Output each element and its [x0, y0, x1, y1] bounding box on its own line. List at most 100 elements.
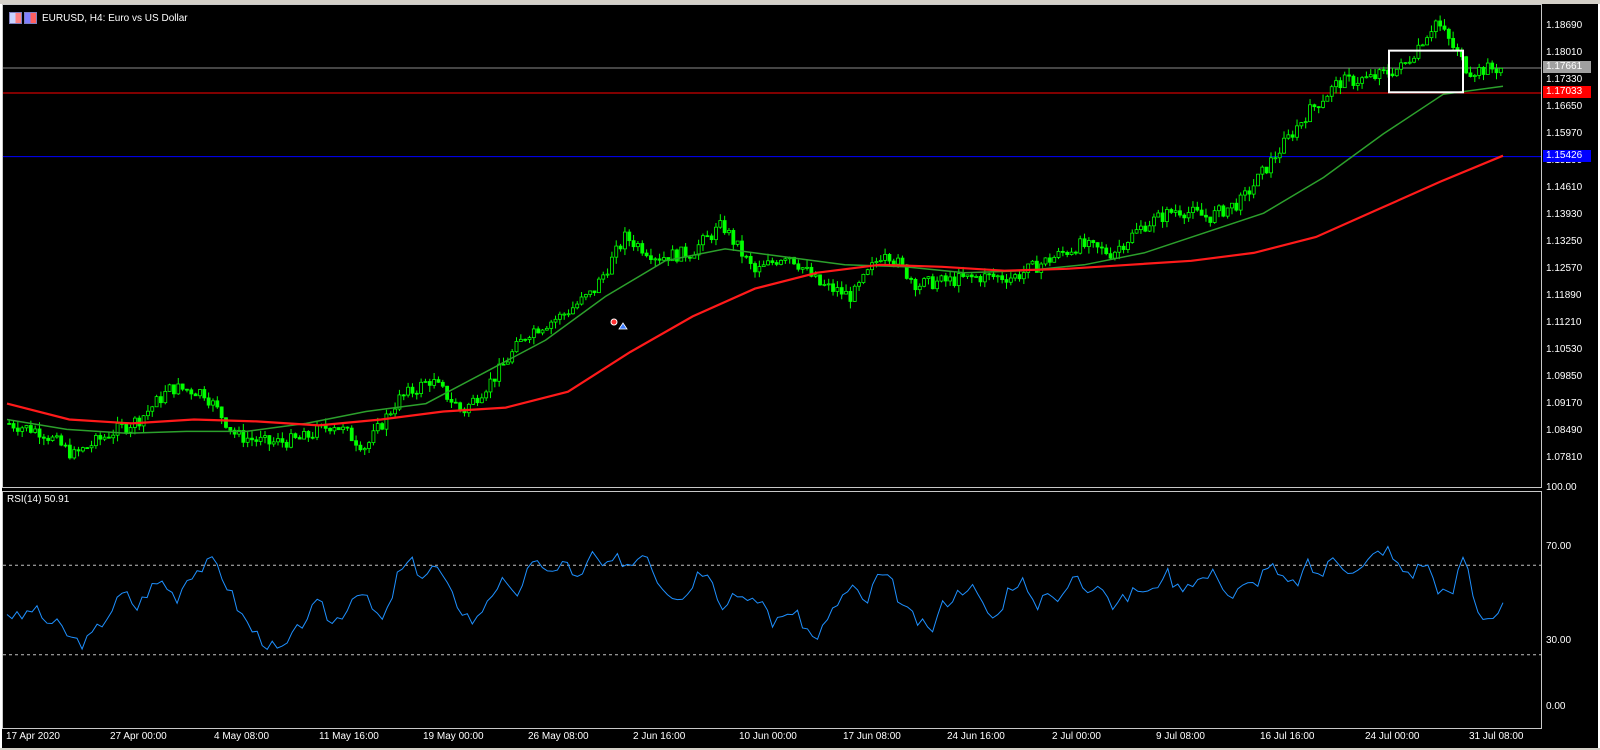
- price-axis-label: 1.16650: [1546, 101, 1583, 113]
- candle: [1438, 15, 1443, 32]
- candle-body: [497, 363, 502, 382]
- candle-body: [107, 436, 111, 439]
- candle-body: [1464, 56, 1469, 74]
- candle: [722, 215, 727, 235]
- rsi-level-70: 70.00: [1546, 541, 1572, 552]
- candle-body: [1451, 38, 1456, 48]
- candle-body: [1472, 75, 1477, 77]
- candle-body: [72, 449, 77, 459]
- candle-body: [822, 283, 827, 286]
- candle-body: [1143, 225, 1148, 232]
- candle: [1160, 206, 1165, 228]
- price-axis-label: 1.08490: [1546, 424, 1583, 436]
- time-axis-label: 4 May 08:00: [214, 731, 270, 742]
- candle: [601, 271, 606, 284]
- candle-body: [557, 313, 562, 320]
- candle: [909, 276, 914, 284]
- candle-body: [401, 394, 406, 397]
- candle: [783, 256, 788, 264]
- candle-body: [1256, 173, 1260, 187]
- candle: [224, 417, 228, 429]
- candle-body: [1260, 166, 1265, 175]
- candle: [588, 290, 593, 298]
- time-axis-label: 27 Apr 00:00: [110, 731, 167, 742]
- candle-body: [466, 403, 471, 414]
- candle: [54, 432, 59, 439]
- candle-body: [987, 273, 992, 276]
- candle-body: [1126, 242, 1130, 250]
- candle-body: [1477, 67, 1482, 76]
- candle: [701, 233, 705, 252]
- price-axis-label: 1.11210: [1546, 316, 1582, 328]
- price-chart-area[interactable]: EURUSD, H4: Euro vs US Dollar: [2, 4, 1542, 488]
- candle-body: [315, 425, 319, 438]
- candle-body: [163, 391, 168, 404]
- candle-body: [930, 276, 935, 290]
- candle: [640, 240, 645, 256]
- candle: [1316, 106, 1321, 114]
- candle: [935, 276, 940, 292]
- candle-body: [1069, 251, 1074, 255]
- candle: [423, 378, 428, 383]
- candle-body: [1498, 67, 1503, 74]
- window-maximize-icon[interactable]: [24, 12, 37, 24]
- candle-body: [896, 257, 900, 265]
- candle: [1221, 204, 1226, 218]
- candle: [1295, 119, 1299, 141]
- candle-body: [267, 435, 272, 445]
- candle: [557, 311, 562, 325]
- rsi-chart-area[interactable]: RSI(14) 50.91: [2, 491, 1542, 729]
- candle: [1321, 94, 1325, 109]
- candle: [978, 274, 983, 287]
- candle: [761, 260, 766, 268]
- candle-body: [978, 276, 983, 283]
- candle-body: [354, 440, 358, 446]
- price-chart-svg[interactable]: [3, 5, 1542, 488]
- candle: [631, 234, 636, 251]
- candle: [1073, 250, 1078, 256]
- candle-body: [1377, 69, 1382, 79]
- rsi-chart-svg[interactable]: [3, 492, 1542, 729]
- candle: [128, 424, 133, 438]
- candle-body: [1000, 275, 1005, 280]
- candle-body: [293, 433, 298, 438]
- candle: [952, 271, 957, 288]
- candle: [636, 241, 640, 252]
- candle: [1325, 94, 1330, 102]
- time-axis-label: 11 May 16:00: [319, 731, 379, 742]
- candle: [176, 377, 181, 395]
- candle: [1021, 265, 1026, 284]
- candle-body: [1221, 205, 1226, 217]
- candle-body: [1165, 209, 1169, 223]
- candle: [401, 393, 406, 401]
- candle: [714, 223, 718, 246]
- candle-body: [479, 397, 484, 404]
- candle-body: [1238, 194, 1243, 211]
- candle-body: [245, 437, 250, 443]
- candle-body: [844, 290, 848, 295]
- candle: [293, 432, 298, 439]
- candle: [1243, 187, 1247, 202]
- candle: [141, 415, 146, 434]
- candle-body: [527, 337, 532, 340]
- candle-body: [1017, 274, 1022, 280]
- candle-body: [948, 276, 953, 282]
- candle-body: [861, 273, 866, 283]
- candle: [159, 391, 163, 408]
- candle-body: [241, 429, 246, 443]
- chart-window[interactable]: EURUSD, H4: Euro vs US Dollar RSI(14) 50…: [2, 4, 1598, 748]
- candle: [1204, 208, 1208, 222]
- candle-body: [24, 425, 29, 429]
- candle: [562, 312, 567, 320]
- candle: [523, 338, 528, 342]
- candle: [310, 431, 315, 440]
- candle: [1329, 84, 1334, 103]
- candle: [180, 383, 185, 392]
- candle: [1485, 58, 1490, 75]
- candle: [11, 420, 16, 432]
- candle: [514, 337, 519, 353]
- window-restore-icon[interactable]: [9, 12, 22, 24]
- candle-body: [1438, 20, 1443, 27]
- candle: [98, 432, 103, 446]
- candle: [1303, 117, 1308, 129]
